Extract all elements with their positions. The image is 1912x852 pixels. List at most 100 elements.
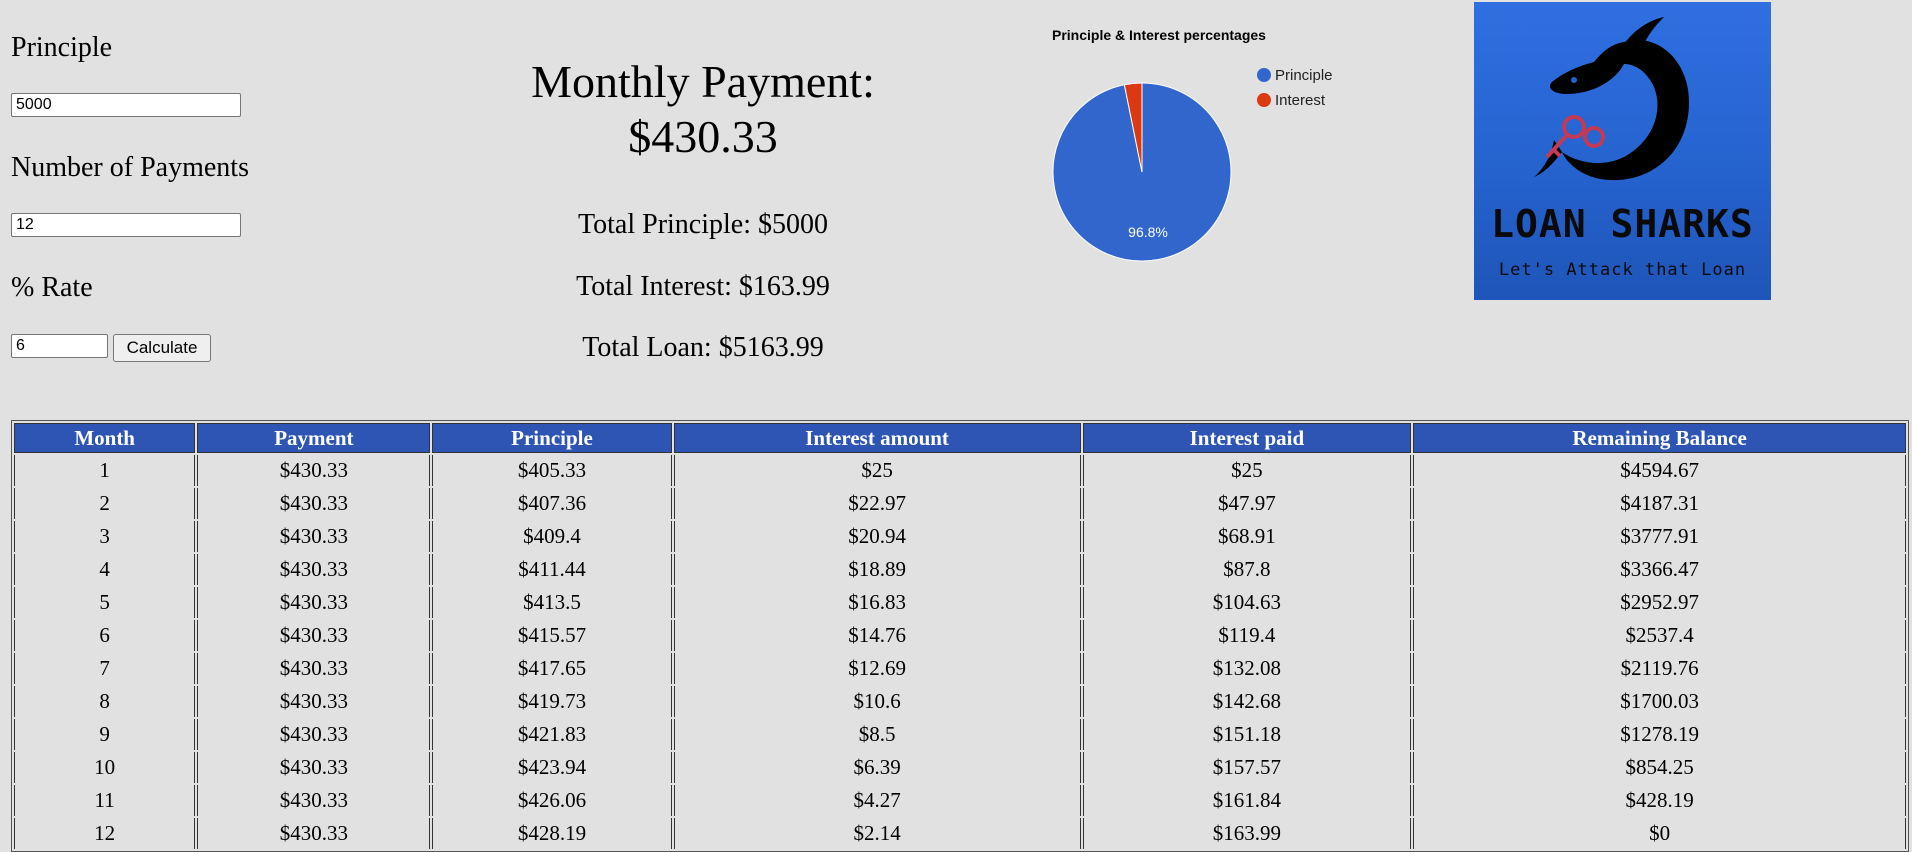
table-cell: $430.33 <box>197 686 431 717</box>
column-header: Payment <box>197 423 431 453</box>
legend-swatch <box>1257 68 1271 82</box>
table-cell: $430.33 <box>197 785 431 816</box>
table-row: 9 $430.33 $421.83 $8.5 $151.18 $1278.19 <box>14 719 1906 750</box>
table-row: 4 $430.33 $411.44 $18.89 $87.8 $3366.47 <box>14 554 1906 585</box>
table-cell: $151.18 <box>1082 719 1412 750</box>
table-cell: $142.68 <box>1082 686 1412 717</box>
table-cell: $6.39 <box>673 752 1081 783</box>
table-cell: $87.8 <box>1082 554 1412 585</box>
table-cell: $2119.76 <box>1413 653 1906 684</box>
table-cell: $405.33 <box>432 455 672 486</box>
table-cell: $16.83 <box>673 587 1081 618</box>
table-row: 10 $430.33 $423.94 $6.39 $157.57 $854.25 <box>14 752 1906 783</box>
table-row: 5 $430.33 $413.5 $16.83 $104.63 $2952.97 <box>14 587 1906 618</box>
table-row: 1 $430.33 $405.33 $25 $25 $4594.67 <box>14 455 1906 486</box>
table-cell: 3 <box>14 521 196 552</box>
table-body: 1 $430.33 $405.33 $25 $25 $4594.67 2 $430.33 $40… <box>14 455 1906 849</box>
table-cell: $119.4 <box>1082 620 1412 651</box>
table-cell: 5 <box>14 587 196 618</box>
table-cell: 7 <box>14 653 196 684</box>
table-cell: 1 <box>14 455 196 486</box>
table-cell: $428.19 <box>1413 785 1906 816</box>
shark-icon <box>1534 17 1689 181</box>
table-cell: $104.63 <box>1082 587 1412 618</box>
table-cell: $428.19 <box>432 818 672 849</box>
table-cell: $2.14 <box>673 818 1081 849</box>
principle-label: Principle <box>11 32 113 63</box>
legend-swatch <box>1257 93 1271 107</box>
column-header: Interest paid <box>1082 423 1412 453</box>
table-cell: $1700.03 <box>1413 686 1906 717</box>
table-cell: $25 <box>1082 455 1412 486</box>
chart-title: Principle & Interest percentages <box>1052 27 1266 43</box>
calculate-button[interactable]: Calculate <box>113 334 211 362</box>
monthly-payment-label: Monthly Payment: <box>531 56 875 107</box>
payments-label: Number of Payments <box>11 152 249 183</box>
total-principle: Total Principle: $5000 <box>577 209 828 240</box>
logo-title: LOAN SHARKS <box>1491 202 1754 246</box>
table-cell: $430.33 <box>197 818 431 849</box>
table-cell: 4 <box>14 554 196 585</box>
table-cell: $2537.4 <box>1413 620 1906 651</box>
table-cell: $4.27 <box>673 785 1081 816</box>
table-cell: $18.89 <box>673 554 1081 585</box>
table-cell: $1278.19 <box>1413 719 1906 750</box>
table-cell: $430.33 <box>197 587 431 618</box>
table-row: 6 $430.33 $415.57 $14.76 $119.4 $2537.4 <box>14 620 1906 651</box>
table-cell: $854.25 <box>1413 752 1906 783</box>
table-row: 11 $430.33 $426.06 $4.27 $161.84 $428.19 <box>14 785 1906 816</box>
table-cell: $417.65 <box>432 653 672 684</box>
table-cell: $430.33 <box>197 653 431 684</box>
table-cell: $415.57 <box>432 620 672 651</box>
logo-subtitle: Let's Attack that Loan <box>1498 260 1747 280</box>
table-cell: $163.99 <box>1082 818 1412 849</box>
table-cell: $14.76 <box>673 620 1081 651</box>
amortization-table: Month Payment Principle Interest amount Inte… <box>11 420 1909 852</box>
legend-label[interactable]: Interest <box>1275 92 1326 109</box>
amortization-table-wrap: Month Payment Principle Interest amount Inte… <box>11 420 1909 852</box>
table-cell: $430.33 <box>197 719 431 750</box>
table-cell: $47.97 <box>1082 488 1412 519</box>
table-cell: $413.5 <box>432 587 672 618</box>
column-header: Remaining Balance <box>1413 423 1906 453</box>
rate-label: % Rate <box>11 272 93 303</box>
table-cell: $409.4 <box>432 521 672 552</box>
payments-input[interactable] <box>11 213 241 237</box>
table-cell: $22.97 <box>673 488 1081 519</box>
table-cell: $3777.91 <box>1413 521 1906 552</box>
total-loan: Total Loan: $5163.99 <box>582 332 824 363</box>
table-row: 8 $430.33 $419.73 $10.6 $142.68 $1700.03 <box>14 686 1906 717</box>
table-cell: $421.83 <box>432 719 672 750</box>
column-header: Month <box>14 423 196 453</box>
table-cell: $12.69 <box>673 653 1081 684</box>
pie-slice-label: 96.8% <box>1128 224 1168 240</box>
table-cell: $411.44 <box>432 554 672 585</box>
table-cell: 12 <box>14 818 196 849</box>
table-cell: $4594.67 <box>1413 455 1906 486</box>
table-row: 2 $430.33 $407.36 $22.97 $47.97 $4187.31 <box>14 488 1906 519</box>
principle-input[interactable] <box>11 93 241 117</box>
table-cell: $20.94 <box>673 521 1081 552</box>
table-cell: $419.73 <box>432 686 672 717</box>
table-cell: $10.6 <box>673 686 1081 717</box>
table-cell: $430.33 <box>197 488 431 519</box>
table-cell: $430.33 <box>197 752 431 783</box>
table-cell: $25 <box>673 455 1081 486</box>
table-cell: $157.57 <box>1082 752 1412 783</box>
table-row: 12 $430.33 $428.19 $2.14 $163.99 $0 <box>14 818 1906 849</box>
loan-sharks-logo: LOAN SHARKS Let's Attack that Loan <box>1474 2 1771 300</box>
table-row: 7 $430.33 $417.65 $12.69 $132.08 $2119.76 <box>14 653 1906 684</box>
table-header-row: Month Payment Principle Interest amount Inte… <box>14 423 1906 453</box>
legend-label[interactable]: Principle <box>1275 67 1333 84</box>
column-header: Interest amount <box>673 423 1081 453</box>
table-cell: 9 <box>14 719 196 750</box>
monthly-payment: Monthly Payment: $430.33 <box>480 54 926 164</box>
monthly-payment-value: $430.33 <box>628 111 778 162</box>
table-cell: 8 <box>14 686 196 717</box>
table-row: 3 $430.33 $409.4 $20.94 $68.91 $3777.91 <box>14 521 1906 552</box>
table-cell: $430.33 <box>197 554 431 585</box>
column-header: Principle <box>432 423 672 453</box>
table-cell: $430.33 <box>197 521 431 552</box>
rate-input[interactable] <box>11 334 108 358</box>
table-cell: 2 <box>14 488 196 519</box>
